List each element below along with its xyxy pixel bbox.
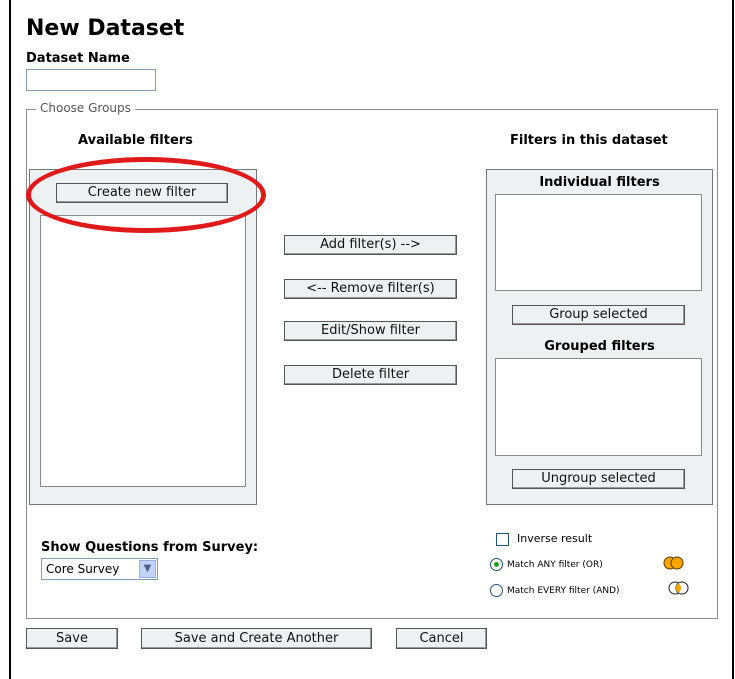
individual-filters-heading: Individual filters bbox=[539, 175, 660, 190]
save-and-create-another-button[interactable]: Save and Create Another bbox=[141, 628, 372, 649]
individual-filters-list[interactable] bbox=[495, 194, 702, 291]
add-filter-button[interactable]: Add filter(s) --> bbox=[284, 235, 457, 255]
inverse-result-label: Inverse result bbox=[517, 532, 593, 545]
match-every-radio[interactable] bbox=[490, 584, 503, 597]
available-filters-list[interactable] bbox=[40, 215, 246, 487]
remove-filter-button[interactable]: <-- Remove filter(s) bbox=[284, 279, 457, 299]
venn-or-icon bbox=[663, 556, 684, 570]
page-title: New Dataset bbox=[26, 16, 185, 41]
edit-show-filter-button[interactable]: Edit/Show filter bbox=[284, 321, 457, 341]
survey-select-value: Core Survey bbox=[46, 562, 120, 576]
grouped-filters-heading: Grouped filters bbox=[544, 339, 655, 354]
delete-filter-button[interactable]: Delete filter bbox=[284, 365, 457, 385]
grouped-filters-list[interactable] bbox=[495, 358, 702, 456]
available-filters-heading: Available filters bbox=[78, 133, 193, 148]
survey-select[interactable]: Core Survey ▼ bbox=[41, 558, 158, 580]
chevron-down-icon[interactable]: ▼ bbox=[139, 560, 156, 578]
save-button[interactable]: Save bbox=[26, 628, 118, 649]
group-selected-button[interactable]: Group selected bbox=[512, 305, 685, 325]
match-any-radio[interactable] bbox=[490, 558, 503, 571]
inverse-result-checkbox[interactable] bbox=[496, 533, 509, 546]
filters-in-dataset-heading: Filters in this dataset bbox=[510, 133, 668, 148]
survey-label: Show Questions from Survey: bbox=[41, 540, 259, 555]
match-any-label: Match ANY filter (OR) bbox=[507, 560, 603, 570]
venn-and-icon bbox=[668, 581, 689, 595]
create-new-filter-button[interactable]: Create new filter bbox=[56, 183, 228, 203]
match-every-label: Match EVERY filter (AND) bbox=[507, 586, 620, 596]
dataset-name-input[interactable] bbox=[26, 69, 156, 91]
dataset-name-label: Dataset Name bbox=[26, 51, 130, 66]
cancel-button[interactable]: Cancel bbox=[396, 628, 487, 649]
ungroup-selected-button[interactable]: Ungroup selected bbox=[512, 469, 685, 489]
choose-groups-legend: Choose Groups bbox=[36, 101, 135, 115]
